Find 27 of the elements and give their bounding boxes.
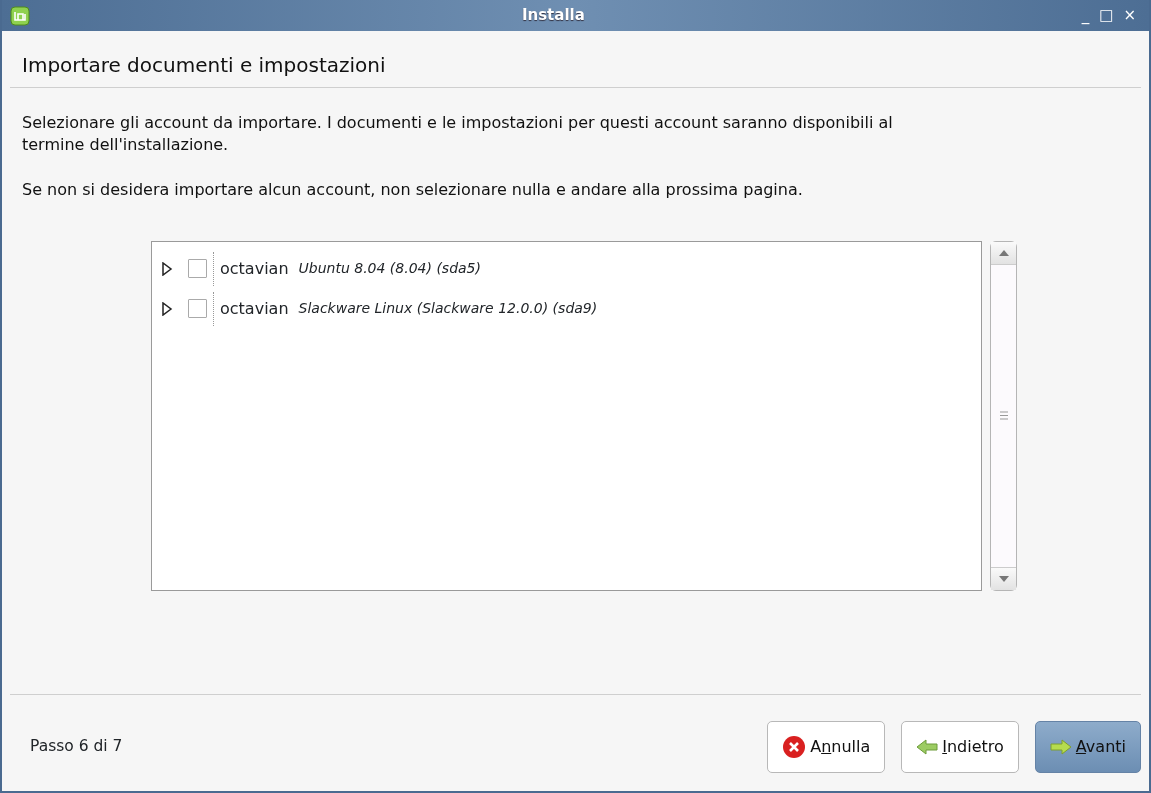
scroll-grip-icon[interactable] [999,411,1008,421]
window-title: Installa [520,5,586,27]
back-button[interactable]: Indietro [901,721,1019,773]
account-description: Slackware Linux (Slackware 12.0.0) (sda9) [298,299,598,319]
scroll-up-icon[interactable] [998,249,1009,256]
checkbox[interactable] [188,299,207,319]
close-button[interactable]: × [1118,8,1141,23]
scroll-down-icon[interactable] [998,575,1009,582]
checkbox[interactable] [188,259,207,279]
back-arrow-icon [916,738,939,756]
next-button[interactable]: Avanti [1034,721,1141,773]
expander-icon[interactable] [160,261,174,276]
cancel-icon [782,735,807,759]
cancel-button[interactable]: Annulla [767,721,886,773]
scrollbar[interactable] [990,240,1017,591]
step-indicator: Passo 6 di 7 [30,736,124,758]
instruction-text: Se non si desidera importare alcun account, non selezionare nulla e andare alla prossima pagina. [22,179,804,201]
page-heading: Importare documenti e impostazioni [10,31,1141,88]
instruction-text: Selezionare gli account da importare. I documenti e le impostazioni per questi account saranno disponibili al termine dell'installazione. [22,112,894,156]
account-description: Ubuntu 8.04 (8.04) (sda5) [298,259,481,279]
maximize-button[interactable]: □ [1094,8,1119,23]
logo-icon [10,5,30,26]
account-name: octavian [220,297,289,320]
minimize-button[interactable]: _ [1076,8,1095,23]
account-name: octavian [220,257,289,280]
expander-icon[interactable] [160,301,174,316]
forward-arrow-icon [1049,738,1072,756]
